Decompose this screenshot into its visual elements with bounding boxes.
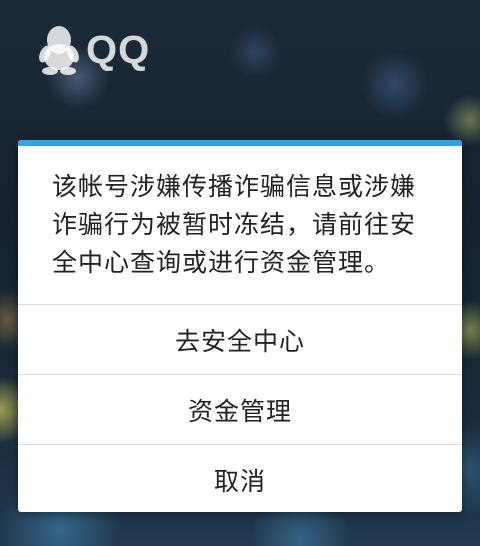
app-name: QQ xyxy=(86,28,151,72)
account-frozen-dialog: 该帐号涉嫌传播诈骗信息或涉嫌诈骗行为被暂时冻结，请前往安全中心查询或进行资金管理… xyxy=(18,140,462,512)
cancel-button[interactable]: 取消 xyxy=(18,444,462,512)
fund-management-button[interactable]: 资金管理 xyxy=(18,374,462,444)
dialog-message: 该帐号涉嫌传播诈骗信息或涉嫌诈骗行为被暂时冻结，请前往安全中心查询或进行资金管理… xyxy=(52,172,417,277)
app-header: QQ xyxy=(36,22,150,78)
go-to-security-center-button[interactable]: 去安全中心 xyxy=(18,304,462,374)
qq-penguin-icon xyxy=(39,26,79,75)
